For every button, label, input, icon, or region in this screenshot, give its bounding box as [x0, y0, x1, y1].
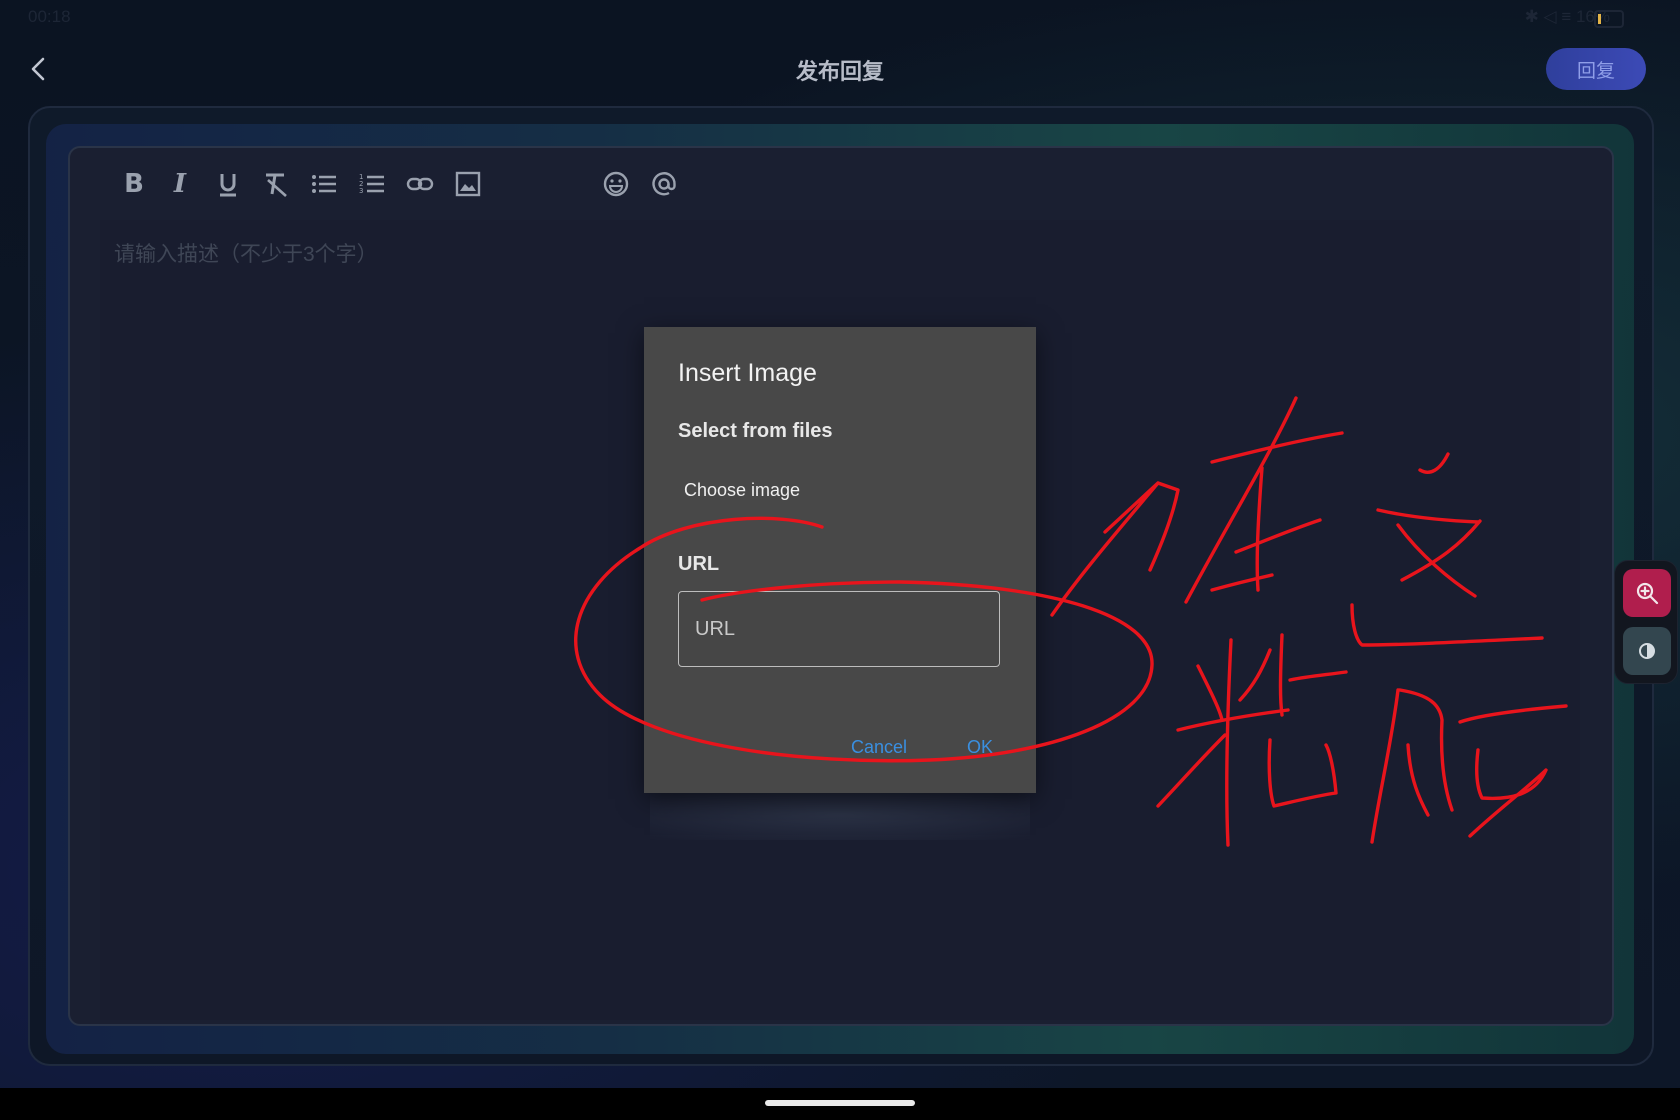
contrast-icon: [1639, 643, 1655, 659]
url-label: URL: [678, 553, 720, 575]
ok-button[interactable]: OK: [967, 737, 993, 758]
editor-toolbar: B I 123: [70, 148, 1612, 220]
header: 发布回复 回复: [0, 36, 1680, 102]
contrast-button[interactable]: [1623, 627, 1671, 675]
emoji-icon: [603, 171, 629, 197]
emoji-button[interactable]: [600, 168, 632, 200]
dialog-subtitle: Select from files: [678, 420, 833, 442]
navigation-bar: [0, 1088, 1680, 1120]
link-icon: [406, 177, 434, 191]
numbered-list-icon: 123: [359, 173, 384, 195]
underline-icon: [220, 174, 236, 197]
bold-icon: B: [124, 169, 144, 199]
insert-image-dialog: Insert Image Select from files Choose im…: [644, 327, 1036, 793]
page-title: 发布回复: [795, 59, 884, 84]
italic-icon: I: [173, 169, 187, 199]
zoom-in-icon: [1636, 582, 1659, 605]
reply-button[interactable]: 回复: [1546, 48, 1646, 90]
status-time: 00:18: [28, 7, 71, 26]
url-input[interactable]: [678, 591, 1000, 667]
image-button[interactable]: [452, 168, 484, 200]
choose-image-button[interactable]: Choose image: [684, 480, 800, 501]
bold-button[interactable]: B: [118, 168, 150, 200]
mention-icon: [652, 172, 676, 196]
link-button[interactable]: [404, 168, 436, 200]
battery-level: [1598, 14, 1601, 24]
bullet-list-button[interactable]: [308, 168, 340, 200]
mention-button[interactable]: [648, 168, 680, 200]
status-bar: 00:18 ✱ ◁ ≡ 16%: [0, 0, 1680, 36]
italic-button[interactable]: I: [164, 168, 196, 200]
cancel-button[interactable]: Cancel: [851, 737, 907, 758]
image-icon: [455, 171, 481, 197]
dialog-title: Insert Image: [678, 359, 817, 387]
bullet-list-icon: [312, 175, 336, 193]
underline-button[interactable]: [212, 168, 244, 200]
home-indicator[interactable]: [765, 1100, 915, 1106]
battery-icon: [1594, 10, 1624, 28]
numbered-list-button[interactable]: 123: [356, 168, 388, 200]
clear-format-icon: [266, 173, 287, 197]
svg-text:3: 3: [359, 187, 363, 195]
zoom-in-button[interactable]: [1623, 569, 1671, 617]
floating-tools: [1614, 560, 1678, 684]
editor-placeholder: 请输入描述（不少于3个字）: [114, 243, 378, 266]
dialog-shadow: [650, 790, 1030, 840]
clear-format-button[interactable]: [260, 168, 292, 200]
